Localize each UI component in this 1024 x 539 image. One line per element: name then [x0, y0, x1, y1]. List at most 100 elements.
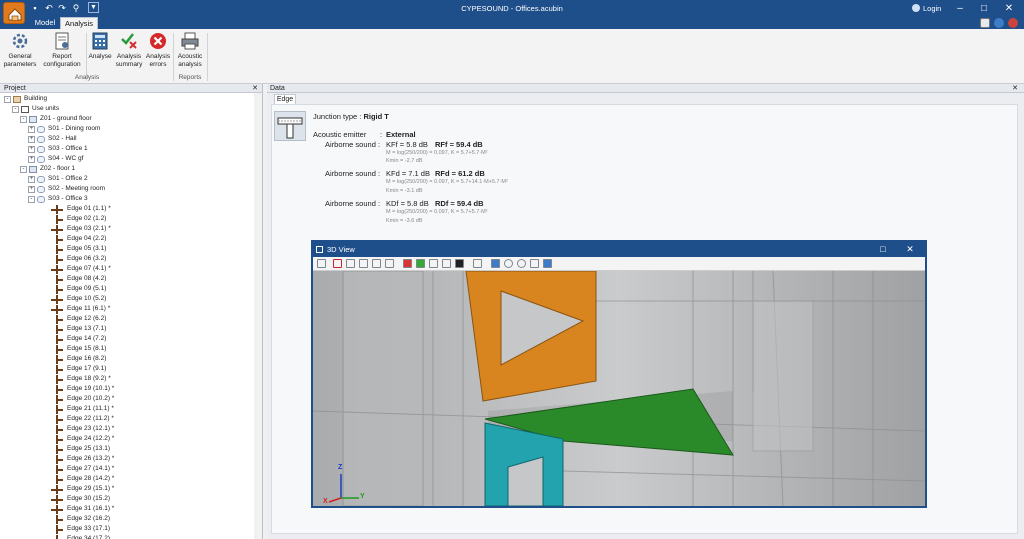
tree-item-edge[interactable]: Edge 08 (4.2)	[50, 274, 106, 284]
collapse-icon[interactable]: -	[4, 95, 11, 103]
tree-item[interactable]: - Z01 - ground floor	[20, 114, 92, 124]
tree-item-edge[interactable]: Edge 20 (10.2) *	[50, 394, 114, 404]
tree-item-edge[interactable]: Edge 17 (9.1)	[50, 364, 106, 374]
login-button[interactable]: Login	[912, 2, 941, 14]
tree-item[interactable]: + S04 - WC gf	[28, 154, 83, 164]
collapse-icon[interactable]: -	[20, 115, 27, 123]
analysis-summary-button[interactable]: Analysis summary	[114, 31, 144, 73]
tree-item-edge[interactable]: Edge 10 (5.2)	[50, 294, 106, 304]
settings-icon[interactable]	[1008, 18, 1018, 28]
tree-item[interactable]: + S01 - Office 2	[28, 174, 88, 184]
export-icon[interactable]	[346, 259, 355, 268]
minimize-icon[interactable]: –	[950, 0, 970, 17]
rotate-icon[interactable]	[543, 259, 552, 268]
tree-item[interactable]: - S03 - Office 3	[28, 194, 88, 204]
help-icon[interactable]	[994, 18, 1004, 28]
zoom-in-icon[interactable]	[504, 259, 513, 268]
expand-icon[interactable]: +	[28, 145, 35, 153]
grid-icon[interactable]	[429, 259, 438, 268]
color-icon[interactable]	[403, 259, 412, 268]
report-configuration-button[interactable]: Report configuration	[40, 31, 84, 73]
tree-item-edge[interactable]: Edge 30 (15.2)	[50, 494, 110, 504]
collapse-icon[interactable]: -	[28, 195, 35, 203]
app-logo-icon[interactable]	[3, 2, 25, 24]
tree-item[interactable]: + S02 - Hall	[28, 134, 77, 144]
tree-item-edge[interactable]: Edge 28 (14.2) *	[50, 474, 114, 484]
tree-item-edge[interactable]: Edge 26 (13.2) *	[50, 454, 114, 464]
tab-analysis[interactable]: Analysis	[60, 17, 98, 29]
collapse-icon[interactable]: -	[20, 165, 27, 173]
tree-item-edge[interactable]: Edge 24 (12.2) *	[50, 434, 114, 444]
expand-icon[interactable]: +	[28, 185, 35, 193]
tree-item-edge[interactable]: Edge 05 (3.1)	[50, 244, 106, 254]
collapse-icon[interactable]: -	[12, 105, 19, 113]
tree-item-edge[interactable]: Edge 27 (14.1) *	[50, 464, 114, 474]
render-icon[interactable]	[385, 259, 394, 268]
print-icon[interactable]	[317, 259, 326, 268]
close-icon[interactable]: ✕	[903, 242, 917, 257]
expand-icon[interactable]: +	[28, 125, 35, 133]
tree-item-edge[interactable]: Edge 29 (15.1) *	[50, 484, 114, 494]
tree-item-edge[interactable]: Edge 19 (10.1) *	[50, 384, 114, 394]
tree-item-edge[interactable]: Edge 15 (8.1)	[50, 344, 106, 354]
tree-item-edge[interactable]: Edge 33 (17.1)	[50, 524, 110, 534]
tree-item-edge[interactable]: Edge 03 (2.1) *	[50, 224, 111, 234]
close-panel-icon[interactable]: ✕	[252, 84, 258, 93]
analysis-errors-button[interactable]: Analysis errors	[145, 31, 171, 73]
tree-item-edge[interactable]: Edge 22 (11.2) *	[50, 414, 114, 424]
3d-view-titlebar[interactable]: 3D View □ ✕	[313, 242, 925, 257]
tree-item[interactable]: - Use units	[12, 104, 59, 114]
eye-icon[interactable]	[455, 259, 464, 268]
tree-item-edge[interactable]: Edge 11 (6.1) *	[50, 304, 110, 314]
layout-icon[interactable]	[980, 18, 990, 28]
perspective-icon[interactable]	[372, 259, 381, 268]
tree-item-edge[interactable]: Edge 07 (4.1) *	[50, 264, 111, 274]
tree-scrollbar[interactable]	[254, 93, 262, 539]
tree-item-edge[interactable]: Edge 34 (17.2)	[50, 534, 110, 539]
3d-view-window[interactable]: 3D View □ ✕ Z X Y	[311, 240, 927, 508]
acoustic-analysis-button[interactable]: Acoustic analysis	[175, 31, 205, 73]
3d-scene-canvas[interactable]: Z X Y	[313, 271, 925, 506]
close-icon[interactable]: ✕	[999, 0, 1019, 17]
expand-icon[interactable]: +	[28, 135, 35, 143]
tree-item-label: Edge 10 (5.2)	[67, 295, 107, 302]
tree-item[interactable]: + S02 - Meeting room	[28, 184, 105, 194]
analyse-button[interactable]: Analyse	[88, 31, 112, 73]
tree-item-edge[interactable]: Edge 13 (7.1)	[50, 324, 106, 334]
tree-item[interactable]: + S01 - Dining room	[28, 124, 100, 134]
pdf-icon[interactable]	[333, 259, 342, 268]
tree-item-edge[interactable]: Edge 12 (6.2)	[50, 314, 106, 324]
fit-view-icon[interactable]	[491, 259, 500, 268]
expand-icon[interactable]: +	[28, 175, 35, 183]
tree-item-label: Edge 21 (11.1) *	[67, 405, 114, 412]
tree-item-edge[interactable]: Edge 09 (5.1)	[50, 284, 106, 294]
tree-item-edge[interactable]: Edge 21 (11.1) *	[50, 404, 114, 414]
tree-item-edge[interactable]: Edge 32 (16.2)	[50, 514, 110, 524]
zoom-out-icon[interactable]	[517, 259, 526, 268]
tree-item-edge[interactable]: Edge 18 (9.2) *	[50, 374, 111, 384]
general-parameters-button[interactable]: General parameters	[2, 31, 38, 73]
tab-model[interactable]: Model	[30, 17, 60, 29]
tree-item-edge[interactable]: Edge 04 (2.2)	[50, 234, 106, 244]
tree-item-edge[interactable]: Edge 25 (13.1)	[50, 444, 110, 454]
layers-icon[interactable]	[416, 259, 425, 268]
tree-item-edge[interactable]: Edge 23 (12.1) *	[50, 424, 114, 434]
tree-item-edge[interactable]: Edge 02 (1.2)	[50, 214, 106, 224]
tree-item-edge[interactable]: Edge 16 (8.2)	[50, 354, 106, 364]
tree-item[interactable]: - Building	[4, 94, 47, 104]
tree-item[interactable]: + S03 - Office 1	[28, 144, 88, 154]
hand-icon[interactable]	[473, 259, 482, 268]
camera-icon[interactable]	[359, 259, 368, 268]
tab-edge[interactable]: Edge	[274, 94, 296, 104]
tree-item-edge[interactable]: Edge 06 (3.2)	[50, 254, 106, 264]
expand-icon[interactable]: +	[28, 155, 35, 163]
cube-icon[interactable]	[442, 259, 451, 268]
close-panel-icon[interactable]: ✕	[1012, 84, 1018, 93]
maximize-icon[interactable]: □	[876, 242, 890, 257]
tree-item[interactable]: - Z02 - floor 1	[20, 164, 75, 174]
pan-icon[interactable]	[530, 259, 539, 268]
tree-item-edge[interactable]: Edge 31 (16.1) *	[50, 504, 114, 514]
tree-item-edge[interactable]: Edge 01 (1.1) *	[50, 204, 111, 214]
tree-item-edge[interactable]: Edge 14 (7.2)	[50, 334, 106, 344]
maximize-icon[interactable]: □	[974, 0, 994, 17]
